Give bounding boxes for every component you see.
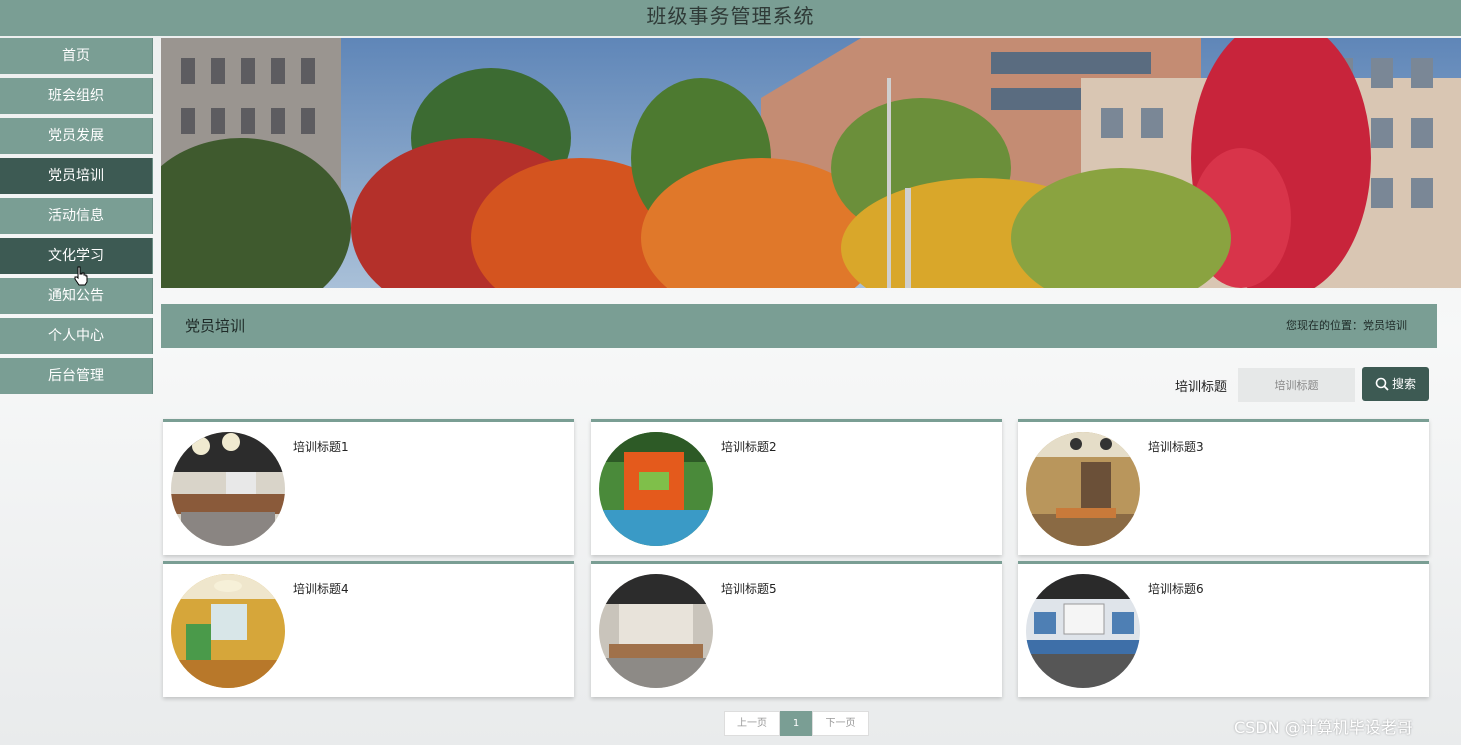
sidebar-item-party-training[interactable]: 党员培训 [0, 158, 153, 194]
sidebar-item-label: 个人中心 [48, 328, 104, 344]
card-title: 培训标题6 [1148, 582, 1204, 596]
prev-page-button[interactable]: 上一页 [724, 711, 780, 736]
pagination: 上一页 1 下一页 [724, 711, 869, 736]
training-card[interactable]: 培训标题4 [163, 561, 574, 697]
sidebar-item-label: 党员培训 [48, 168, 104, 184]
sidebar-item-class-meeting[interactable]: 班会组织 [0, 78, 153, 114]
sidebar-item-label: 党员发展 [48, 128, 104, 144]
sidebar-item-label: 文化学习 [48, 248, 104, 264]
sidebar-item-home[interactable]: 首页 [0, 38, 153, 74]
card-image [1026, 432, 1140, 546]
card-title: 培训标题5 [721, 582, 777, 596]
card-title: 培训标题1 [293, 440, 349, 454]
app-title: 班级事务管理系统 [646, 4, 815, 28]
top-header: 班级事务管理系统 [0, 0, 1461, 36]
sidebar-item-party-development[interactable]: 党员发展 [0, 118, 153, 154]
search-input[interactable] [1238, 368, 1355, 402]
watermark: CSDN @计算机毕设老哥 [1234, 718, 1413, 737]
card-image [599, 432, 713, 546]
page-title: 党员培训 [185, 317, 246, 335]
page-number-button[interactable]: 1 [780, 711, 812, 736]
sidebar-item-personal-center[interactable]: 个人中心 [0, 318, 153, 354]
sidebar-item-label: 班会组织 [48, 88, 104, 104]
card-title: 培训标题3 [1148, 440, 1204, 454]
sidebar-item-label: 首页 [62, 48, 90, 64]
training-card[interactable]: 培训标题3 [1018, 419, 1429, 555]
card-title: 培训标题4 [293, 582, 349, 596]
card-image [599, 574, 713, 688]
sidebar-item-admin[interactable]: 后台管理 [0, 358, 153, 394]
card-image [171, 574, 285, 688]
sidebar-item-label: 后台管理 [48, 368, 104, 384]
card-title: 培训标题2 [721, 440, 777, 454]
training-card[interactable]: 培训标题6 [1018, 561, 1429, 697]
campus-banner-image [161, 38, 1461, 288]
training-card[interactable]: 培训标题5 [591, 561, 1002, 697]
sidebar: 首页 班会组织 党员发展 党员培训 活动信息 文化学习 通知公告 个人中心 后台… [0, 38, 153, 398]
search-button[interactable]: 搜索 [1362, 367, 1429, 401]
search-label: 培训标题 [1175, 380, 1228, 395]
card-image [171, 432, 285, 546]
card-image [1026, 574, 1140, 688]
sidebar-item-activity-info[interactable]: 活动信息 [0, 198, 153, 234]
breadcrumb: 您现在的位置：党员培训 [1286, 319, 1407, 332]
hand-cursor-icon [74, 266, 88, 286]
section-header: 党员培训 您现在的位置：党员培训 [161, 304, 1437, 348]
sidebar-item-label: 通知公告 [48, 288, 104, 304]
sidebar-item-label: 活动信息 [48, 208, 104, 224]
search-button-label: 搜索 [1391, 377, 1416, 391]
training-card[interactable]: 培训标题1 [163, 419, 574, 555]
next-page-button[interactable]: 下一页 [812, 711, 869, 736]
training-card[interactable]: 培训标题2 [591, 419, 1002, 555]
search-icon [1375, 377, 1389, 391]
